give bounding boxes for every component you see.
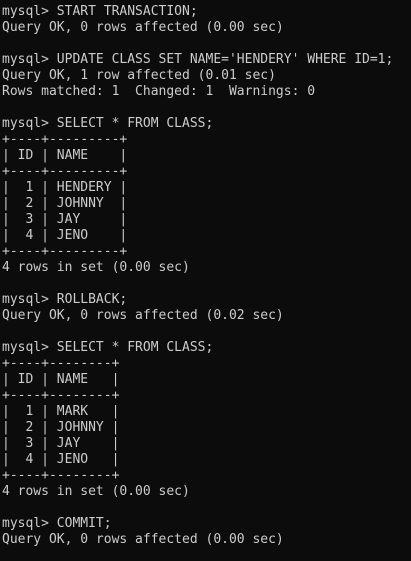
commit-result: Query OK, 0 rows affected (0.00 sec) — [2, 532, 284, 547]
table-row: | 3 | JAY | — [2, 436, 120, 451]
update-result: Query OK, 1 row affected (0.01 sec) — [2, 68, 276, 83]
table-header-row: | ID | NAME | — [2, 148, 128, 163]
update-rows-summary: Rows matched: 1 Changed: 1 Warnings: 0 — [2, 84, 316, 99]
table-border: +----+---------+ — [2, 132, 128, 147]
mysql-console[interactable]: mysql> START TRANSACTION; Query OK, 0 ro… — [0, 0, 411, 561]
start-transaction-command: mysql> START TRANSACTION; — [2, 4, 198, 19]
table-row: | 3 | JAY | — [2, 212, 128, 227]
rollback-result: Query OK, 0 rows affected (0.02 sec) — [2, 308, 284, 323]
table-row: | 1 | MARK | — [2, 404, 120, 419]
table-header-row: | ID | NAME | — [2, 372, 120, 387]
select-command: mysql> SELECT * FROM CLASS; — [2, 116, 214, 131]
update-command: mysql> UPDATE CLASS SET NAME='HENDERY' W… — [2, 52, 394, 67]
table-border: +----+--------+ — [2, 356, 120, 371]
table-border: +----+---------+ — [2, 164, 128, 179]
table-border: +----+---------+ — [2, 244, 128, 259]
table-border: +----+--------+ — [2, 388, 120, 403]
select-result-summary: 4 rows in set (0.00 sec) — [2, 260, 190, 275]
rollback-command: mysql> ROLLBACK; — [2, 292, 128, 307]
select-result-summary: 4 rows in set (0.00 sec) — [2, 484, 190, 499]
table-row: | 1 | HENDERY | — [2, 180, 128, 195]
table-row: | 4 | JENO | — [2, 228, 128, 243]
select-command: mysql> SELECT * FROM CLASS; — [2, 340, 214, 355]
table-border: +----+--------+ — [2, 468, 120, 483]
start-transaction-result: Query OK, 0 rows affected (0.00 sec) — [2, 20, 284, 35]
table-row: | 4 | JENO | — [2, 452, 120, 467]
table-row: | 2 | JOHNNY | — [2, 420, 120, 435]
table-row: | 2 | JOHNNY | — [2, 196, 128, 211]
commit-command: mysql> COMMIT; — [2, 516, 112, 531]
